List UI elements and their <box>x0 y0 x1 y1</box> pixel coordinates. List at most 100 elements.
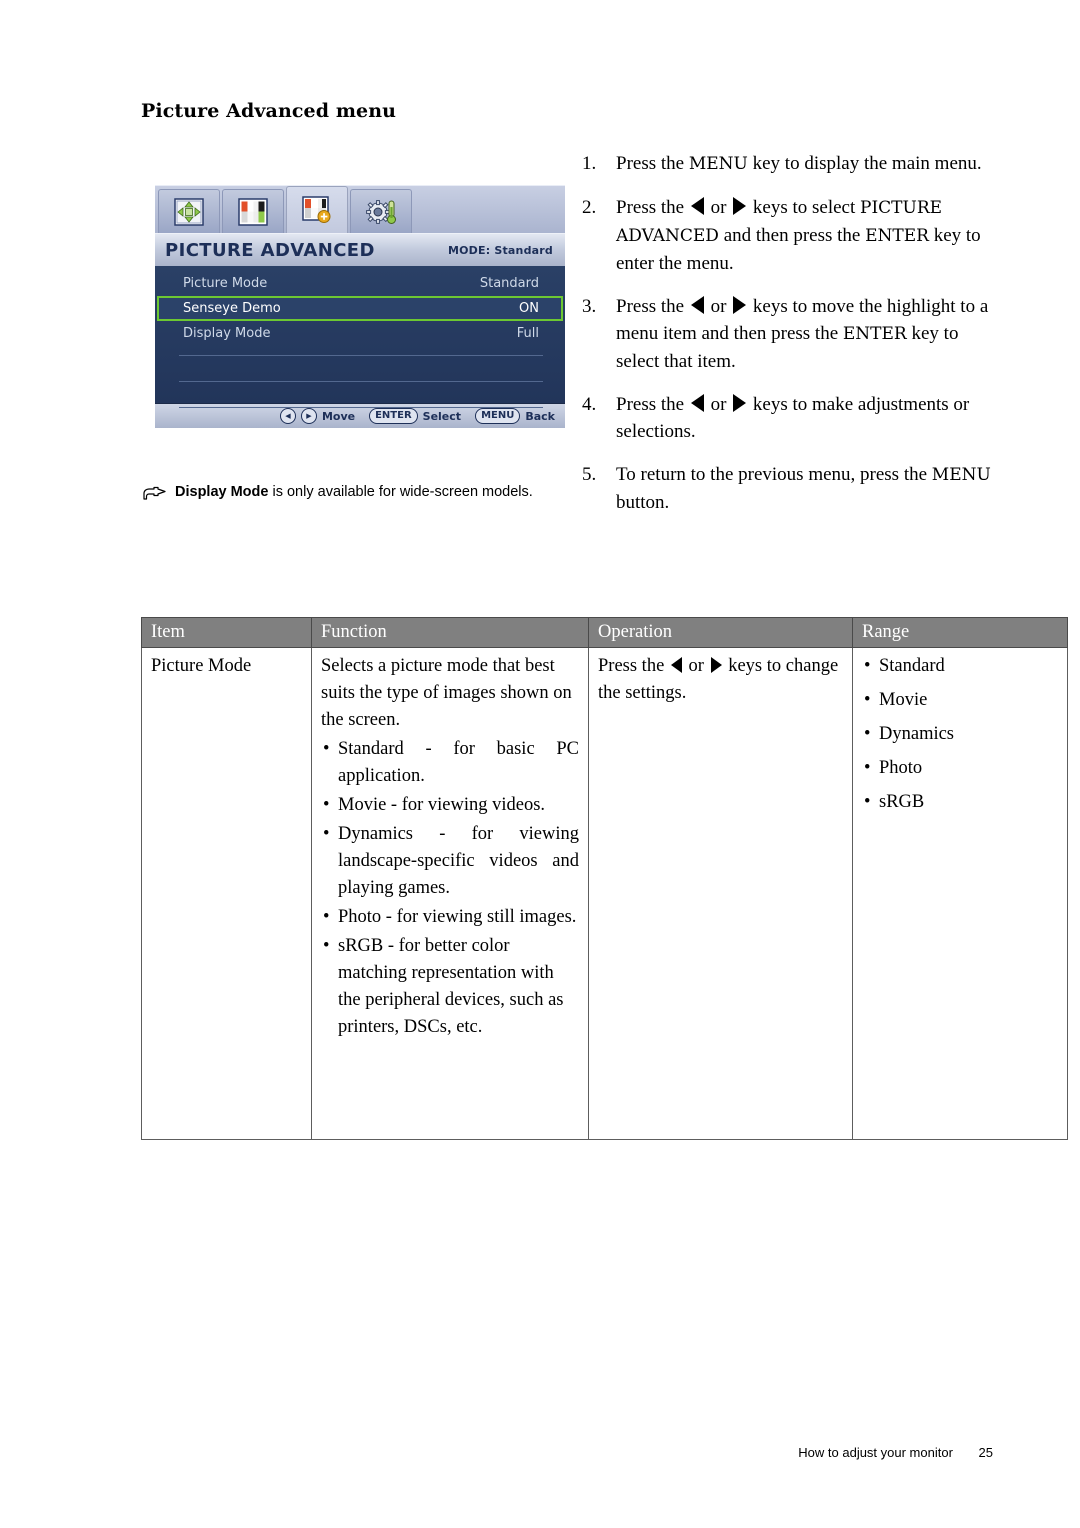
range-dynamics: Dynamics <box>862 721 1058 748</box>
range-srgb: sRGB <box>862 789 1058 816</box>
step-seg: and then press the <box>718 225 866 246</box>
enter-key-badge[interactable]: ENTER <box>369 408 418 424</box>
step-seg: Press the <box>616 394 689 415</box>
osd-divider <box>179 355 543 356</box>
step-key-enter: ENTER <box>842 324 907 344</box>
bullet-srgb: sRGB - for better color matching represe… <box>321 933 579 1041</box>
step-4: 4. Press the or keys to make adjustments… <box>582 391 994 445</box>
cell-range: Standard Movie Dynamics Photo sRGB <box>852 647 1068 1140</box>
step-seg: or <box>705 296 732 317</box>
osd-item-label: Picture Mode <box>183 276 268 291</box>
step-number: 5. <box>582 464 597 485</box>
osd-tab-system[interactable] <box>350 189 412 233</box>
left-arrow-icon <box>690 197 704 215</box>
footer-chapter-title: How to adjust your monitor <box>798 1445 953 1460</box>
operation-seg: Press the <box>598 656 669 676</box>
step-key-menu: MENU <box>688 154 748 174</box>
osd-item-value: Full <box>516 326 539 341</box>
color-bars-plus-icon <box>302 196 331 223</box>
function-intro: Selects a picture mode that best suits t… <box>321 656 572 730</box>
cell-function: Selects a picture mode that best suits t… <box>311 647 589 1140</box>
step-key-enter: ENTER <box>865 226 929 246</box>
bullet-photo: Photo - for viewing still images. <box>321 904 579 931</box>
left-arrow-icon <box>670 657 682 673</box>
osd-tab-display[interactable] <box>158 189 220 233</box>
column-header-range: Range <box>852 617 1068 648</box>
step-seg: To return to the previous menu, press th… <box>616 464 932 485</box>
note-rest: is only available for wide-screen models… <box>268 484 533 500</box>
osd-menu-title: PICTURE ADVANCED <box>165 239 375 261</box>
step-body: Press the or keys to move the highlight … <box>616 293 994 375</box>
page-title: Picture Advanced menu <box>141 100 397 122</box>
step-body: Press the or keys to select PICTURE ADVA… <box>616 194 994 277</box>
osd-item-value: Standard <box>479 276 539 291</box>
settings-table: Item Function Operation Range Picture Mo… <box>141 617 1068 1140</box>
step-seg: Press the <box>616 153 689 174</box>
step-2: 2. Press the or keys to select PICTURE A… <box>582 194 994 277</box>
osd-divider <box>179 381 543 382</box>
gear-thermometer-icon <box>366 199 396 224</box>
left-arrow-key-icon[interactable]: ◀ <box>279 408 296 424</box>
osd-select-label: Select <box>422 409 462 423</box>
table-header-row: Item Function Operation Range <box>141 617 1068 648</box>
step-number: 2. <box>582 197 597 218</box>
footer-page-number: 25 <box>978 1445 993 1460</box>
cell-item: Picture Mode <box>141 647 312 1140</box>
menu-key-badge[interactable]: MENU <box>475 408 521 424</box>
right-arrow-key-icon[interactable]: ▶ <box>300 408 317 424</box>
range-list: Standard Movie Dynamics Photo sRGB <box>862 653 1058 816</box>
osd-item-label: Display Mode <box>183 326 271 341</box>
osd-title-bar: PICTURE ADVANCED MODE: Standard <box>155 233 565 266</box>
pointing-hand-icon <box>143 486 166 500</box>
four-arrows-icon <box>174 197 204 226</box>
cell-operation: Press the or keys to change the settings… <box>588 647 853 1140</box>
osd-back-label: Back <box>525 409 555 423</box>
osd-item-display-mode[interactable]: Display Mode Full <box>157 321 563 346</box>
step-number: 1. <box>582 153 597 174</box>
step-body: To return to the previous menu, press th… <box>616 461 994 516</box>
osd-menu-body: Picture Mode Standard Senseye Demo ON Di… <box>155 266 565 408</box>
right-arrow-icon <box>733 394 747 412</box>
step-key-menu: MENU <box>931 465 991 485</box>
column-header-item: Item <box>141 617 312 648</box>
range-standard: Standard <box>862 653 1058 680</box>
osd-move-label: Move <box>321 409 356 423</box>
step-body: Press the MENU key to display the main m… <box>616 150 994 178</box>
osd-screenshot: PICTURE ADVANCED MODE: Standard Picture … <box>155 185 565 428</box>
page-footer: How to adjust your monitor 25 <box>0 1445 1080 1460</box>
osd-tab-bar <box>155 185 565 233</box>
step-5: 5. To return to the previous menu, press… <box>582 461 994 516</box>
note-bold-term: Display Mode <box>175 484 269 500</box>
osd-item-picture-mode[interactable]: Picture Mode Standard <box>157 271 563 296</box>
step-seg: key to display the main menu. <box>747 153 982 174</box>
osd-item-value: ON <box>519 301 539 316</box>
step-seg: Press the <box>616 197 689 218</box>
function-bullet-list: Standard - for basic PC application. Mov… <box>321 736 579 1041</box>
osd-tab-picture-advanced[interactable] <box>286 186 348 233</box>
step-number: 4. <box>582 394 597 415</box>
osd-divider <box>179 407 543 408</box>
column-header-function: Function <box>311 617 589 648</box>
column-header-operation: Operation <box>588 617 853 648</box>
note-callout: Display Mode is only available for wide-… <box>141 482 571 503</box>
color-bars-icon <box>238 197 268 226</box>
right-arrow-icon <box>710 657 722 673</box>
osd-item-senseye-demo[interactable]: Senseye Demo ON <box>157 296 563 321</box>
step-seg: or <box>705 394 732 415</box>
operation-seg: or <box>683 656 709 676</box>
note-text: Display Mode is only available for wide-… <box>173 482 533 503</box>
osd-item-label: Senseye Demo <box>183 301 281 316</box>
instruction-steps: 1. Press the MENU key to display the mai… <box>582 150 994 532</box>
step-3: 3. Press the or keys to move the highlig… <box>582 293 994 375</box>
right-arrow-icon <box>733 197 747 215</box>
step-seg: Press the <box>616 296 689 317</box>
bullet-dynamics: Dynamics - for viewing landscape-specifi… <box>321 821 579 902</box>
left-arrow-icon <box>690 296 704 314</box>
osd-mode-label: MODE: Standard <box>447 243 553 257</box>
step-1: 1. Press the MENU key to display the mai… <box>582 150 994 178</box>
bullet-standard: Standard - for basic PC application. <box>321 736 579 790</box>
table-row: Picture Mode Selects a picture mode that… <box>141 647 1068 1140</box>
step-seg: or <box>705 197 732 218</box>
osd-tab-picture[interactable] <box>222 189 284 233</box>
step-seg: button. <box>616 492 670 513</box>
